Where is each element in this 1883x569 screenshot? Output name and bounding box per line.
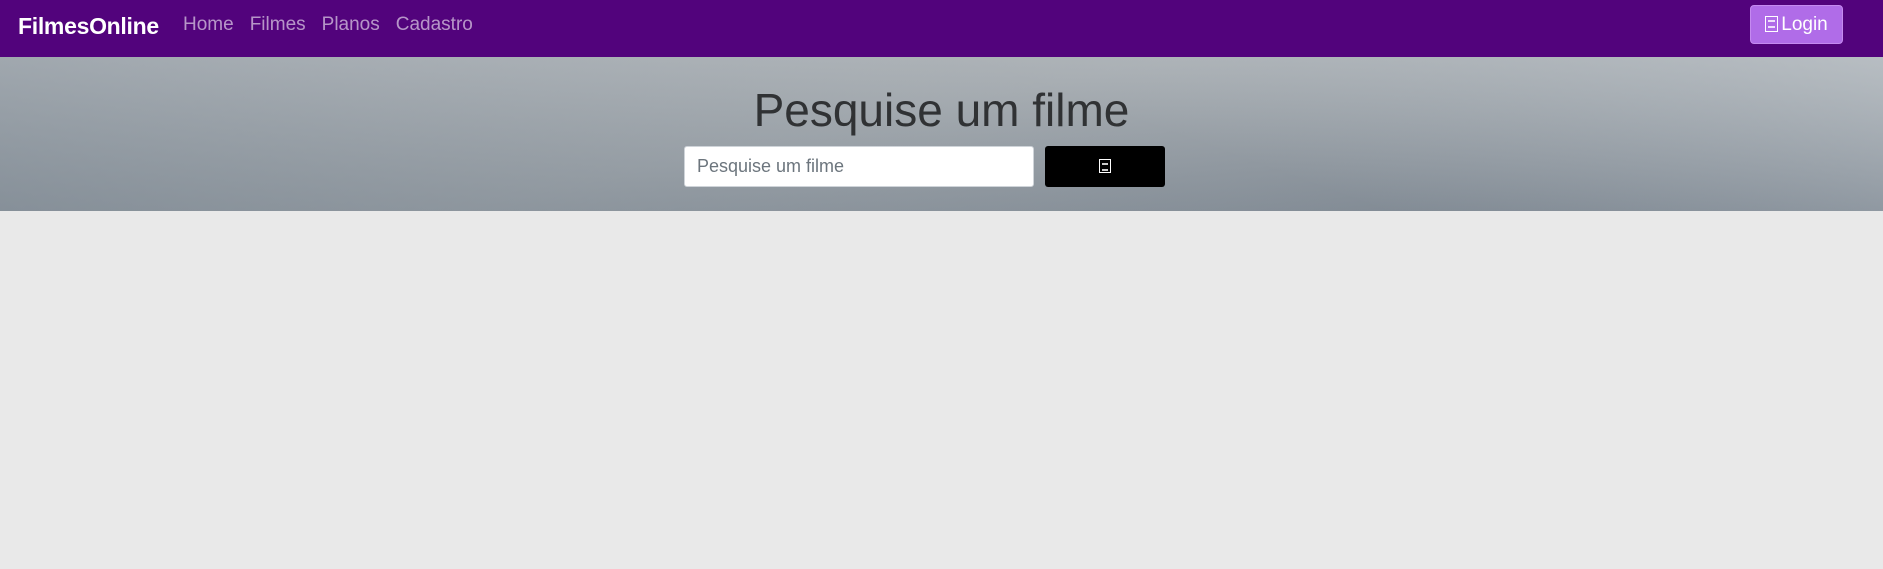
search-button[interactable] — [1045, 146, 1165, 187]
nav-link-planos[interactable]: Planos — [322, 14, 380, 36]
search-hero: Pesquise um filme — [0, 57, 1883, 211]
nav-link-filmes[interactable]: Filmes — [250, 14, 306, 36]
nav-link-home[interactable]: Home — [183, 14, 234, 36]
brand-logo[interactable]: FilmesOnline — [18, 13, 159, 40]
search-input[interactable] — [684, 146, 1034, 187]
login-icon — [1765, 15, 1779, 32]
search-icon — [1099, 158, 1111, 173]
login-label: Login — [1781, 13, 1828, 35]
top-navbar: FilmesOnline Home Filmes Planos Cadastro… — [0, 0, 1883, 57]
nav-links: Home Filmes Planos Cadastro — [183, 14, 489, 36]
nav-link-cadastro[interactable]: Cadastro — [396, 14, 473, 36]
login-button[interactable]: Login — [1750, 5, 1843, 44]
hero-title: Pesquise um filme — [753, 84, 1130, 136]
